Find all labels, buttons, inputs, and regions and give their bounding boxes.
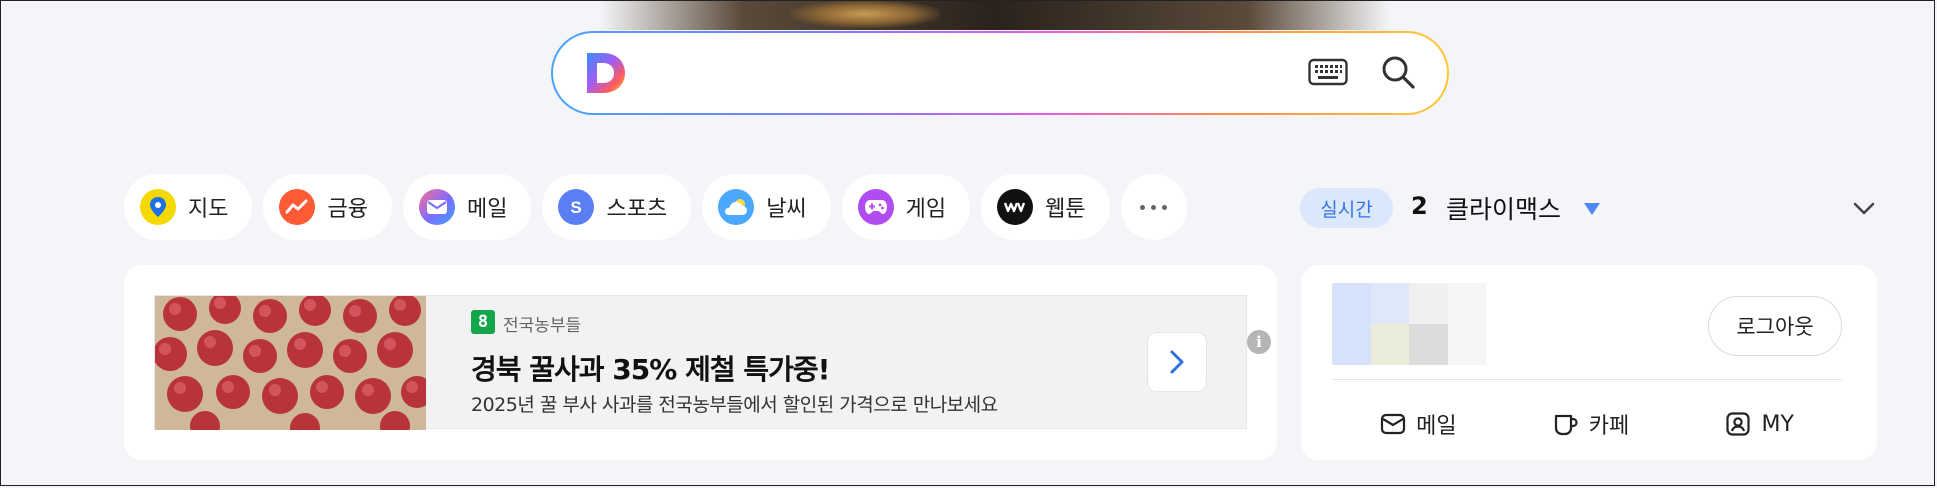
cafe-cup-icon [1554,414,1578,436]
account-link-mail[interactable]: 메일 [1380,408,1457,440]
chevron-right-icon [1170,350,1184,374]
shortcut-webtoon[interactable]: 웹툰 [981,174,1110,240]
shortcut-map[interactable]: 지도 [124,174,253,240]
shortcut-label: 웹툰 [1045,197,1086,222]
account-link-label: 메일 [1416,414,1457,439]
sports-icon: S [558,189,595,225]
finance-chart-icon [279,189,316,225]
webtoon-icon [997,189,1034,225]
top-banner [600,0,1390,30]
account-link-my[interactable]: MY [1725,411,1794,437]
divider [1332,379,1842,380]
profile-avatar[interactable] [1332,283,1486,365]
map-pin-icon [140,189,176,225]
search-bar [551,31,1449,115]
chevron-down-icon[interactable] [1852,196,1876,220]
game-icon [857,189,894,225]
account-link-cafe[interactable]: 카페 [1553,408,1629,440]
daum-logo-icon[interactable] [583,51,627,95]
realtime-badge: 실시간 [1300,188,1393,228]
ad-banner[interactable]: 8 전국농부들 경북 꿀사과 35% 제철 특가중! 2025년 꿀 부사 사과… [154,295,1271,430]
shortcut-label: 지도 [188,197,229,222]
realtime-rank: 2 [1411,192,1428,220]
account-link-label: MY [1761,411,1794,437]
account-links: 메일 카페 MY [1332,399,1842,449]
shortcut-label: 게임 [905,197,947,222]
svg-text:S: S [571,198,582,217]
search-icon[interactable] [1379,53,1417,91]
keyboard-icon[interactable] [1308,57,1348,87]
search-input[interactable] [653,53,1257,95]
mail-icon [1380,413,1406,435]
account-link-label: 카페 [1588,414,1630,439]
logout-button[interactable]: 로그아웃 [1708,296,1842,356]
mail-icon [418,189,455,225]
shortcut-label: 날씨 [766,197,807,222]
apple-product-image [155,296,426,430]
shortcut-game[interactable]: 게임 [841,174,971,240]
shortcut-weather[interactable]: 날씨 [702,174,831,240]
advertiser-logo: 8 [471,310,495,334]
service-shortcuts: 지도 금융 메일 S 스포츠 날씨 게임 웹툰 [124,174,1187,242]
shortcut-label: 메일 [466,197,508,222]
caret-down-icon [1584,203,1600,215]
account-card: 로그아웃 메일 카페 MY [1301,265,1877,460]
search-bar-inner [553,33,1447,113]
ad-description: 2025년 꿀 부사 사과를 전국농부들에서 할인된 가격으로 만나보세요 [471,394,998,416]
weather-icon [718,189,755,225]
ad-card: 8 전국농부들 경북 꿀사과 35% 제철 특가중! 2025년 꿀 부사 사과… [124,265,1277,460]
more-dots-icon [1140,204,1168,210]
shortcut-label: 금융 [327,197,368,222]
ad-info-icon[interactable]: i [1247,330,1271,354]
realtime-term[interactable]: 클라이맥스 [1446,190,1561,226]
more-services-button[interactable] [1120,174,1187,240]
shortcut-finance[interactable]: 금융 [263,174,392,240]
advertiser-name: 전국농부들 [503,316,582,336]
shortcut-sports[interactable]: S 스포츠 [542,174,692,240]
shortcut-label: 스포츠 [606,197,668,222]
shortcut-mail[interactable]: 메일 [402,174,532,240]
profile-icon [1726,412,1751,436]
banner-artwork [790,0,940,28]
ad-title[interactable]: 경북 꿀사과 35% 제철 특가중! [471,348,830,388]
ad-go-button[interactable] [1147,332,1207,392]
